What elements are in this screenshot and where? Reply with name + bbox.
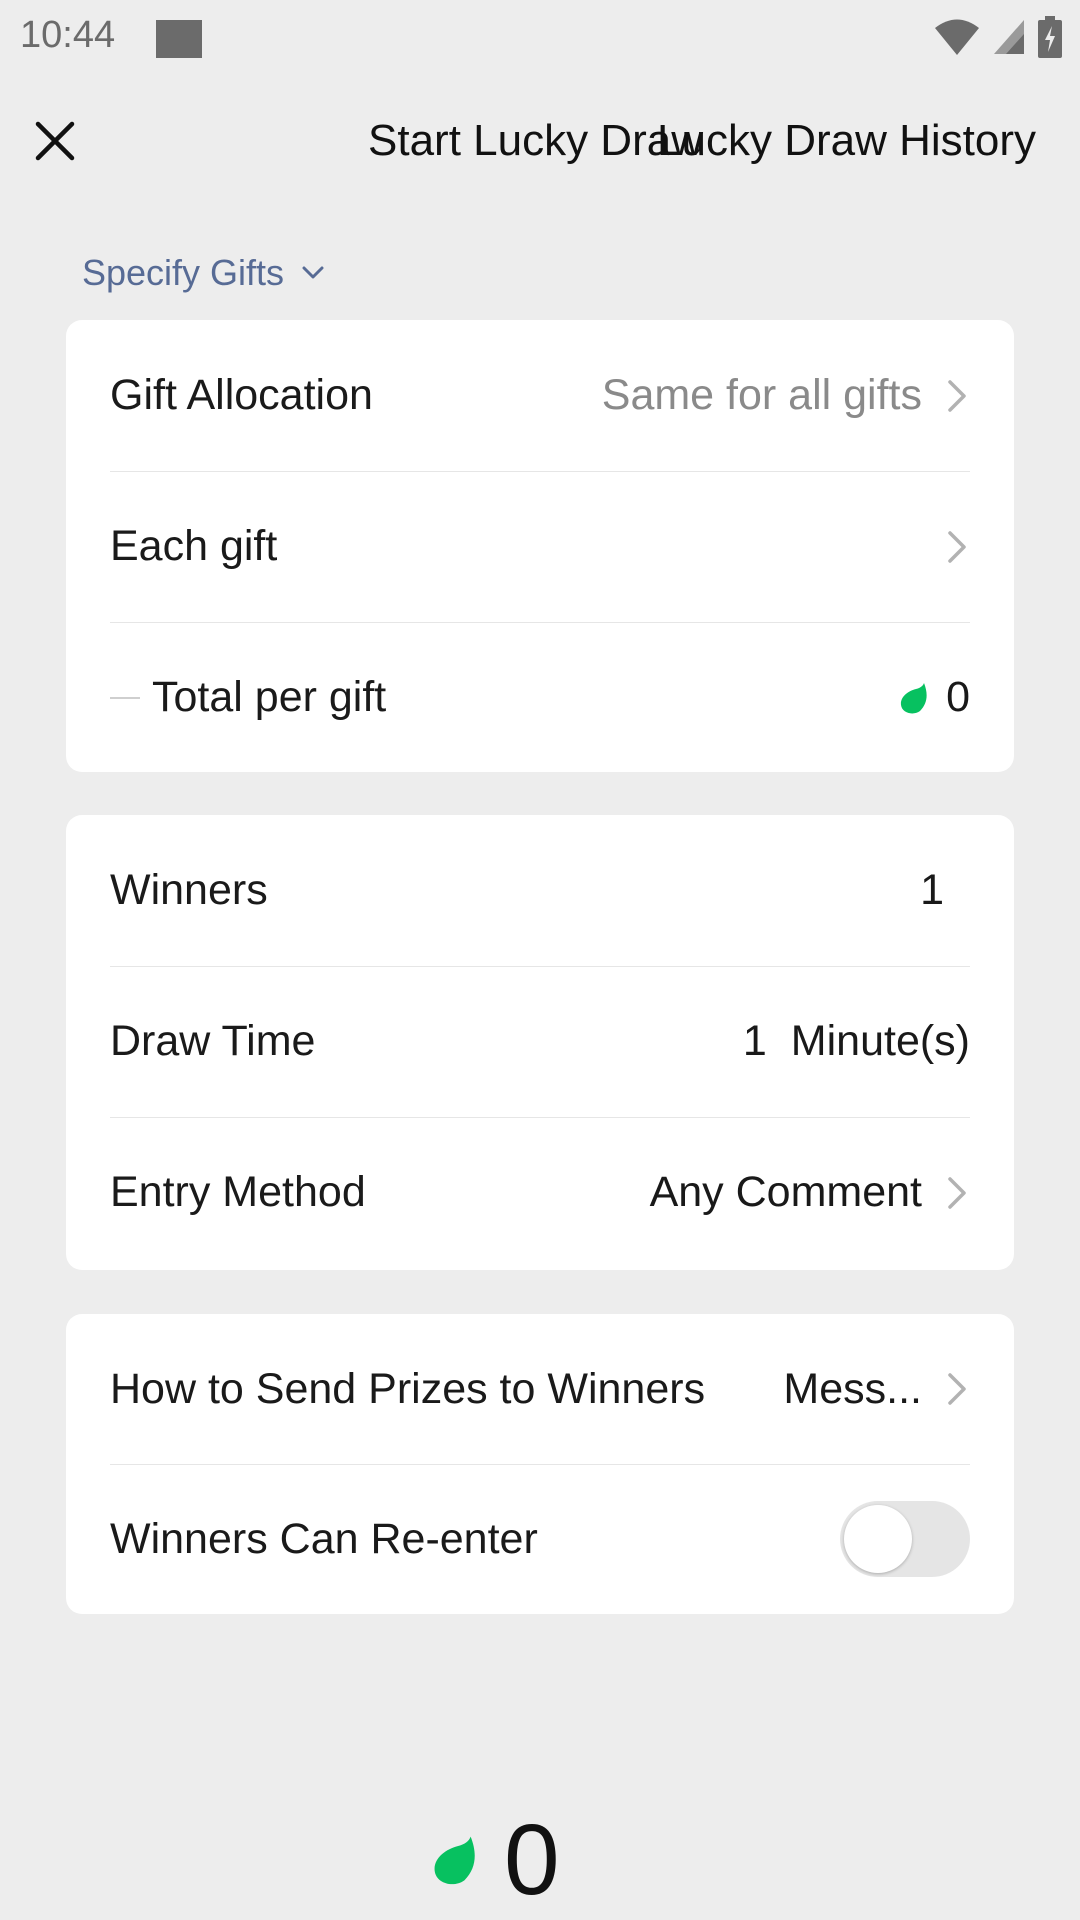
entry-method-value: Any Comment: [649, 1168, 922, 1216]
toggle-knob: [844, 1505, 912, 1573]
chevron-right-icon: [948, 1176, 966, 1209]
chevron-right-icon: [948, 530, 966, 563]
send-prizes-row[interactable]: How to Send Prizes to Winners Mess...: [66, 1314, 1014, 1464]
re-enter-toggle[interactable]: [840, 1501, 970, 1577]
close-icon: [35, 121, 75, 161]
status-bar: 10:44: [0, 0, 1080, 76]
top-bar: Start Lucky Draw Lucky Draw History: [0, 96, 1080, 186]
close-button[interactable]: [28, 114, 82, 168]
winners-input[interactable]: 1: [920, 866, 970, 915]
each-gift-label: Each gift: [110, 522, 278, 570]
send-prizes-value: Mess...: [783, 1364, 922, 1413]
chevron-down-icon: [302, 266, 324, 279]
draw-time-label: Draw Time: [110, 1017, 316, 1065]
notification-icon: [156, 20, 202, 58]
total-per-gift-value: 0: [946, 673, 970, 721]
page-title: Start Lucky Draw: [368, 116, 703, 165]
winners-label: Winners: [110, 866, 268, 914]
entry-method-label: Entry Method: [110, 1168, 366, 1216]
draw-settings-card: Winners 1 Draw Time 1 Minute(s) Entry Me…: [66, 815, 1014, 1270]
signal-icon: [994, 20, 1024, 54]
draw-time-row[interactable]: Draw Time 1 Minute(s): [66, 966, 1014, 1117]
dash-icon: [110, 696, 140, 699]
prize-settings-card: How to Send Prizes to Winners Mess... Wi…: [66, 1314, 1014, 1614]
gift-allocation-value: Same for all gifts: [601, 371, 922, 419]
specify-gifts-label: Specify Gifts: [82, 252, 285, 293]
coin-drop-icon: [900, 682, 927, 713]
re-enter-row: Winners Can Re-enter: [66, 1464, 1014, 1614]
coin-drop-icon: [434, 1836, 475, 1885]
draw-time-unit: Minute(s): [790, 1017, 970, 1065]
bottom-total: 0: [430, 1810, 560, 1910]
chevron-right-icon: [948, 1373, 966, 1405]
gift-settings-card: Gift Allocation Same for all gifts Each …: [66, 320, 1014, 772]
status-time: 10:44: [20, 14, 116, 56]
wifi-icon: [935, 19, 979, 55]
total-per-gift-label: Total per gift: [152, 673, 387, 721]
draw-time-input[interactable]: 1: [743, 1017, 767, 1066]
lucky-draw-history-link[interactable]: Lucky Draw History: [657, 116, 1036, 166]
gift-allocation-label: Gift Allocation: [110, 371, 373, 419]
battery-icon: [1038, 16, 1062, 58]
chevron-right-icon: [948, 379, 966, 412]
winners-row[interactable]: Winners 1: [66, 815, 1014, 966]
send-prizes-label: How to Send Prizes to Winners: [110, 1364, 706, 1413]
entry-method-row[interactable]: Entry Method Any Comment: [66, 1117, 1014, 1268]
specify-gifts-dropdown[interactable]: Specify Gifts: [82, 252, 324, 294]
total-per-gift-row: Total per gift 0: [66, 622, 1014, 772]
re-enter-label: Winners Can Re-enter: [110, 1514, 538, 1563]
each-gift-row[interactable]: Each gift: [66, 471, 1014, 622]
gift-allocation-row[interactable]: Gift Allocation Same for all gifts: [66, 320, 1014, 471]
status-icons: [934, 16, 1062, 58]
bottom-total-value: 0: [504, 1804, 560, 1916]
